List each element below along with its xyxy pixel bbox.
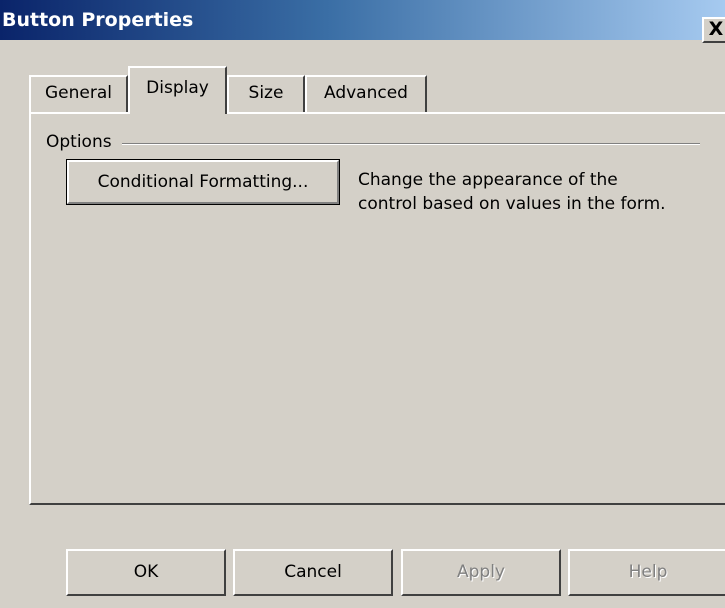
- cancel-button[interactable]: Cancel: [233, 549, 393, 596]
- apply-button-label: Apply: [457, 562, 505, 582]
- tab-display[interactable]: Display: [128, 66, 227, 114]
- conditional-formatting-button-label: Conditional Formatting...: [97, 172, 309, 192]
- tab-general-label: General: [45, 83, 112, 103]
- tab-advanced-label: Advanced: [324, 83, 408, 103]
- tab-advanced[interactable]: Advanced: [305, 75, 427, 112]
- tab-general[interactable]: General: [29, 75, 128, 112]
- cancel-button-label: Cancel: [284, 562, 342, 582]
- help-button-label: Help: [628, 562, 668, 582]
- close-icon: X: [708, 18, 724, 40]
- options-group-divider: [122, 143, 700, 145]
- title-bar: Button Properties: [0, 0, 725, 40]
- tab-size[interactable]: Size: [227, 75, 305, 112]
- options-group-label: Options: [46, 132, 112, 152]
- ok-button[interactable]: OK: [66, 549, 226, 596]
- close-button[interactable]: X: [702, 17, 725, 43]
- help-button[interactable]: Help: [568, 549, 725, 596]
- ok-button-label: OK: [133, 562, 159, 582]
- tab-display-label: Display: [146, 78, 209, 98]
- conditional-formatting-button[interactable]: Conditional Formatting...: [66, 159, 340, 205]
- tab-size-label: Size: [248, 83, 284, 103]
- window-title: Button Properties: [2, 9, 194, 31]
- conditional-formatting-description: Change the appearance of the control bas…: [358, 170, 666, 214]
- apply-button[interactable]: Apply: [401, 549, 561, 596]
